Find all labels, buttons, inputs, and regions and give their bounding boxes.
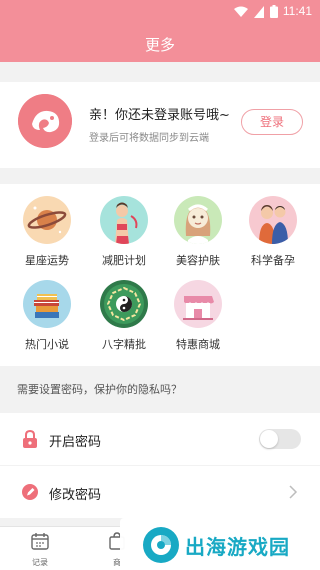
saturn-icon — [23, 196, 71, 244]
avatar[interactable] — [18, 94, 72, 148]
couple-icon — [249, 196, 297, 244]
page-title: 更多 — [144, 36, 175, 54]
bagua-icon — [100, 280, 148, 328]
books-icon — [23, 280, 71, 328]
enable-password-label: 开启密码 — [49, 435, 102, 450]
watermark: 出海游戏园 — [120, 518, 320, 570]
feature-grid: 星座运势 减肥计划 美容护肤 科学备孕 热门小说 八字精批 特惠商城 — [0, 184, 320, 366]
grid-item-skincare[interactable]: 美容护肤 — [163, 196, 233, 268]
change-password-row[interactable]: 修改密码 — [0, 466, 320, 518]
grid-label: 科学备孕 — [251, 254, 295, 267]
change-password-label: 修改密码 — [49, 488, 102, 503]
status-time: 11:41 — [282, 4, 312, 18]
chevron-right-icon — [289, 485, 298, 499]
status-icons — [234, 5, 278, 18]
shop-icon — [174, 280, 222, 328]
grid-label: 减肥计划 — [102, 254, 146, 267]
slim-woman-icon — [100, 196, 148, 244]
grid-item-novels[interactable]: 热门小说 — [12, 280, 82, 352]
calendar-icon — [31, 533, 49, 550]
grid-item-bazi[interactable]: 八字精批 — [89, 280, 159, 352]
password-hint: 需要设置密码，保护你的隐私吗？ — [17, 383, 182, 396]
password-toggle[interactable] — [259, 429, 301, 449]
grid-label: 美容护肤 — [176, 254, 220, 267]
signal-icon — [254, 5, 264, 18]
grid-item-pregnancy[interactable]: 科学备孕 — [238, 196, 308, 268]
edit-icon — [22, 484, 38, 500]
grid-label: 热门小说 — [25, 338, 69, 351]
grid-label: 特惠商城 — [176, 338, 220, 351]
grid-item-shop[interactable]: 特惠商城 — [163, 280, 233, 352]
grid-item-diet[interactable]: 减肥计划 — [89, 196, 159, 268]
status-bar: 11:41 — [0, 0, 320, 24]
battery-icon — [270, 5, 278, 18]
user-avatar-icon — [18, 94, 72, 148]
wifi-icon — [234, 6, 248, 17]
face-mask-icon — [174, 196, 222, 244]
watermark-logo-icon — [143, 527, 179, 563]
top-bar: 11:41 更多 — [0, 0, 320, 62]
watermark-text: 出海游戏园 — [185, 535, 290, 559]
login-button[interactable]: 登录 — [241, 109, 303, 135]
login-subtitle: 登录后可将数据同步到云端 — [89, 133, 209, 144]
toggle-knob — [260, 430, 278, 448]
login-card: 亲！你还未登录账号哦~ 登录后可将数据同步到云端 登录 — [0, 82, 320, 168]
lock-icon — [23, 430, 37, 448]
grid-item-horoscope[interactable]: 星座运势 — [12, 196, 82, 268]
grid-label: 八字精批 — [102, 338, 146, 351]
nav-item-record[interactable]: 记录 — [20, 531, 60, 568]
grid-label: 星座运势 — [25, 254, 69, 267]
login-title: 亲！你还未登录账号哦~ — [89, 108, 230, 123]
enable-password-row[interactable]: 开启密码 — [0, 413, 320, 465]
nav-label: 记录 — [32, 558, 48, 567]
